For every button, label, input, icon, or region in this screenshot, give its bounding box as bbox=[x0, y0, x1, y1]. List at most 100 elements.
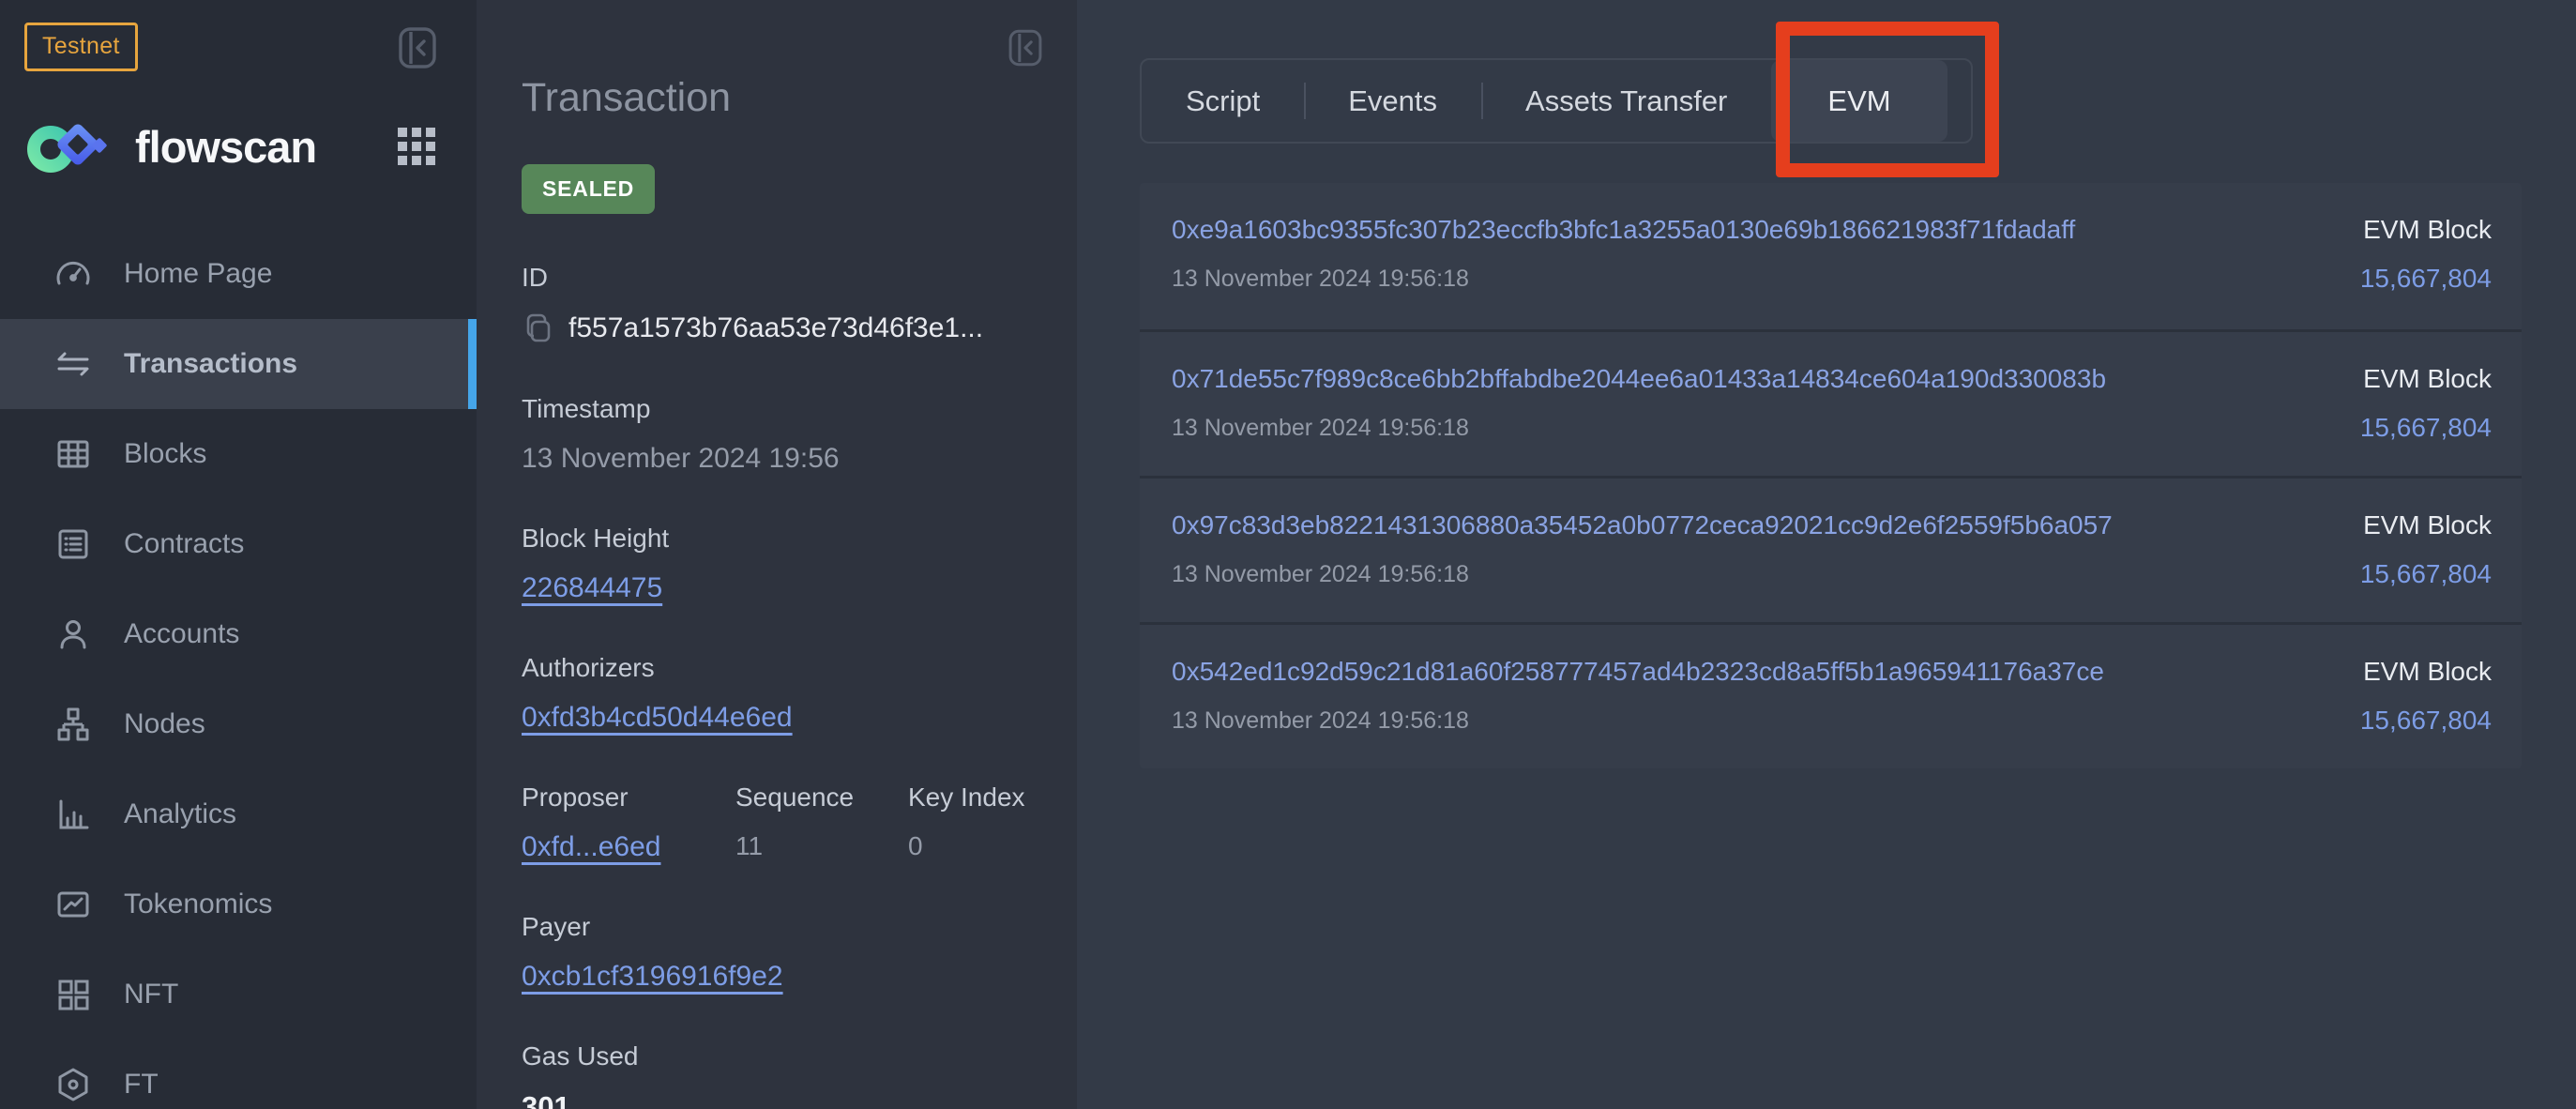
field-label: Payer bbox=[522, 912, 1039, 942]
evm-tx-hash-link[interactable]: 0x97c83d3eb8221431306880a35452a0b0772cec… bbox=[1172, 510, 2113, 539]
bar-chart-icon bbox=[54, 796, 92, 833]
evm-block-label: EVM Block bbox=[2360, 364, 2492, 394]
transaction-detail-panel: Transaction SEALED ID f557a1573b76aa53e7… bbox=[477, 0, 1077, 1109]
speedometer-icon bbox=[54, 255, 92, 293]
transfer-arrows-icon bbox=[54, 345, 92, 383]
field-authorizers: Authorizers 0xfd3b4cd50d44e6ed bbox=[522, 653, 1039, 734]
copy-icon[interactable] bbox=[522, 311, 555, 345]
evm-block-label: EVM Block bbox=[2360, 215, 2492, 245]
line-chart-icon bbox=[54, 886, 92, 923]
sidebar-item-nodes[interactable]: Nodes bbox=[0, 679, 477, 769]
sidebar-item-label: Tokenomics bbox=[124, 889, 272, 920]
evm-block-number-link[interactable]: 15,667,804 bbox=[2360, 264, 2492, 294]
evm-block-label: EVM Block bbox=[2360, 657, 2492, 687]
sidebar-item-blocks[interactable]: Blocks bbox=[0, 409, 477, 499]
evm-block-label: EVM Block bbox=[2360, 510, 2492, 540]
grid-2x2-icon bbox=[54, 976, 92, 1013]
tab-events[interactable]: Events bbox=[1304, 60, 1481, 142]
sidebar-item-label: Analytics bbox=[124, 798, 236, 830]
tab-script[interactable]: Script bbox=[1142, 60, 1304, 142]
key-index-value: 0 bbox=[908, 831, 1025, 861]
sidebar-collapse-button[interactable] bbox=[392, 23, 443, 73]
field-label: Key Index bbox=[908, 782, 1025, 813]
collapse-panel-icon bbox=[1004, 26, 1047, 69]
sidebar-item-label: FT bbox=[124, 1069, 159, 1101]
transaction-id-value: f557a1573b76aa53e73d46f3e1... bbox=[568, 312, 983, 344]
person-icon bbox=[54, 615, 92, 653]
evm-transaction-row: 0xe9a1603bc9355fc307b23eccfb3bfc1a3255a0… bbox=[1140, 183, 2522, 329]
field-label: Proposer bbox=[522, 782, 735, 813]
sequence-value: 11 bbox=[735, 831, 908, 861]
sidebar-item-label: Transactions bbox=[124, 348, 297, 380]
network-badge: Testnet bbox=[24, 23, 138, 71]
status-badge: SEALED bbox=[522, 164, 655, 214]
field-timestamp: Timestamp 13 November 2024 19:56 bbox=[522, 394, 1039, 475]
field-gas-used: Gas Used 301 bbox=[522, 1041, 1039, 1109]
sidebar-item-contracts[interactable]: Contracts bbox=[0, 499, 477, 589]
sidebar-item-accounts[interactable]: Accounts bbox=[0, 589, 477, 679]
page-title: Transaction bbox=[522, 75, 1039, 121]
block-height-link[interactable]: 226844475 bbox=[522, 572, 662, 603]
field-block-height: Block Height 226844475 bbox=[522, 524, 1039, 604]
sidebar-item-nft[interactable]: NFT bbox=[0, 949, 477, 1040]
evm-transaction-list: 0xe9a1603bc9355fc307b23eccfb3bfc1a3255a0… bbox=[1140, 183, 2522, 768]
tab-assets-transfer[interactable]: Assets Transfer bbox=[1481, 60, 1771, 142]
tab-bar: Script Events Assets Transfer EVM bbox=[1140, 58, 1973, 144]
sidebar-item-label: Contracts bbox=[124, 528, 244, 560]
payer-link[interactable]: 0xcb1cf3196916f9e2 bbox=[522, 961, 783, 992]
authorizer-link[interactable]: 0xfd3b4cd50d44e6ed bbox=[522, 702, 793, 733]
sidebar-item-label: Nodes bbox=[124, 708, 205, 740]
cube-icon bbox=[54, 1066, 92, 1103]
evm-tx-hash-link[interactable]: 0x71de55c7f989c8ce6bb2bffabdbe2044ee6a01… bbox=[1172, 364, 2106, 393]
gas-used-value: 301 bbox=[522, 1090, 1039, 1109]
sidebar-item-label: Accounts bbox=[124, 618, 239, 650]
sidebar-header: Testnet bbox=[0, 19, 477, 92]
evm-tx-timestamp: 13 November 2024 19:56:18 bbox=[1172, 266, 2075, 293]
hierarchy-icon bbox=[54, 706, 92, 743]
sidebar-item-transactions[interactable]: Transactions bbox=[0, 319, 477, 409]
sidebar-item-analytics[interactable]: Analytics bbox=[0, 769, 477, 859]
sidebar-item-label: Blocks bbox=[124, 438, 206, 470]
flowscan-app: Testnet bbox=[0, 0, 2576, 1109]
evm-tx-timestamp: 13 November 2024 19:56:18 bbox=[1172, 707, 2104, 735]
sidebar-item-tokenomics[interactable]: Tokenomics bbox=[0, 859, 477, 949]
evm-transaction-row: 0x71de55c7f989c8ce6bb2bffabdbe2044ee6a01… bbox=[1140, 329, 2522, 476]
timestamp-value: 13 November 2024 19:56 bbox=[522, 443, 1039, 475]
field-label: Timestamp bbox=[522, 394, 1039, 424]
evm-block-number-link[interactable]: 15,667,804 bbox=[2360, 413, 2492, 443]
proposer-link[interactable]: 0xfd...e6ed bbox=[522, 831, 660, 862]
sidebar-item-label: Home Page bbox=[124, 258, 272, 290]
sidebar-menu: Home Page Transactions bbox=[0, 229, 477, 1109]
evm-transaction-row: 0x542ed1c92d59c21d81a60f258777457ad4b232… bbox=[1140, 622, 2522, 768]
brand-row: flowscan bbox=[0, 92, 477, 186]
apps-grid-icon bbox=[396, 126, 437, 167]
field-id: ID f557a1573b76aa53e73d46f3e1... bbox=[522, 263, 1039, 345]
evm-block-number-link[interactable]: 15,667,804 bbox=[2360, 706, 2492, 736]
evm-tx-timestamp: 13 November 2024 19:56:18 bbox=[1172, 415, 2106, 442]
collapse-panel-icon bbox=[393, 23, 442, 72]
evm-tx-hash-link[interactable]: 0x542ed1c92d59c21d81a60f258777457ad4b232… bbox=[1172, 657, 2104, 686]
field-label: Gas Used bbox=[522, 1041, 1039, 1071]
panel-collapse-button[interactable] bbox=[1000, 23, 1051, 73]
tab-evm[interactable]: EVM bbox=[1771, 60, 1947, 142]
evm-tx-hash-link[interactable]: 0xe9a1603bc9355fc307b23eccfb3bfc1a3255a0… bbox=[1172, 215, 2075, 244]
document-list-icon bbox=[54, 525, 92, 563]
main-content: Script Events Assets Transfer EVM 0xe9a1… bbox=[1077, 0, 2576, 1109]
field-proposer-row: Proposer 0xfd...e6ed Sequence 11 Key Ind… bbox=[522, 782, 1039, 863]
field-label: Authorizers bbox=[522, 653, 1039, 683]
field-label: Block Height bbox=[522, 524, 1039, 554]
evm-block-number-link[interactable]: 15,667,804 bbox=[2360, 559, 2492, 589]
sidebar-item-ft[interactable]: FT bbox=[0, 1040, 477, 1109]
field-label: Sequence bbox=[735, 782, 908, 813]
evm-tx-timestamp: 13 November 2024 19:56:18 bbox=[1172, 561, 2113, 588]
apps-grid-button[interactable] bbox=[390, 120, 443, 173]
sidebar: Testnet bbox=[0, 0, 477, 1109]
sidebar-item-home-page[interactable]: Home Page bbox=[0, 229, 477, 319]
sidebar-item-label: NFT bbox=[124, 979, 178, 1010]
table-grid-icon bbox=[54, 435, 92, 473]
field-label: ID bbox=[522, 263, 1039, 293]
brand-name[interactable]: flowscan bbox=[135, 121, 390, 173]
field-payer: Payer 0xcb1cf3196916f9e2 bbox=[522, 912, 1039, 993]
evm-transaction-row: 0x97c83d3eb8221431306880a35452a0b0772cec… bbox=[1140, 476, 2522, 622]
flowscan-logo[interactable] bbox=[24, 114, 118, 178]
